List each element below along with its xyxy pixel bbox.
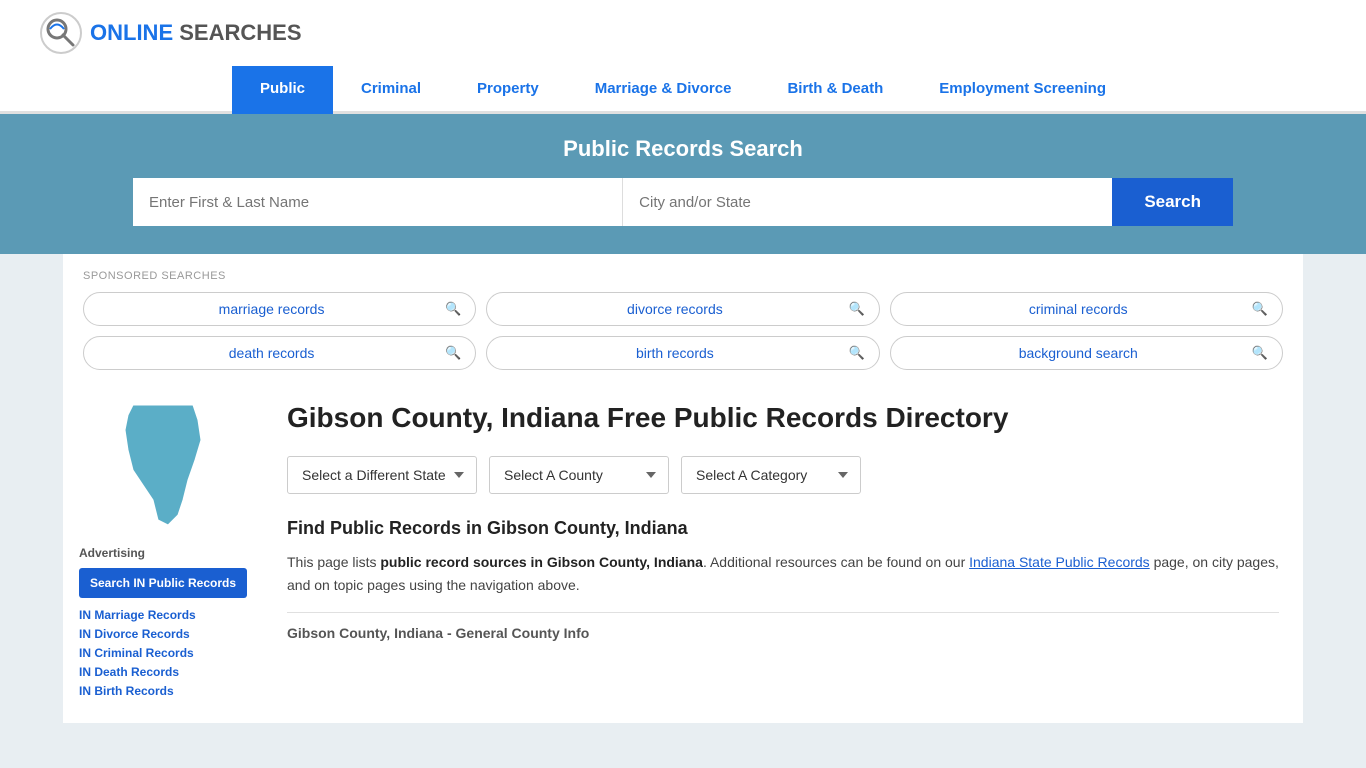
- search-icon: 🔍: [848, 301, 864, 317]
- county-dropdown[interactable]: Select A County: [489, 456, 669, 494]
- sidebar-link-birth[interactable]: IN Birth Records: [79, 684, 247, 698]
- search-button[interactable]: Search: [1112, 178, 1233, 226]
- sponsored-tag-text: birth records: [501, 345, 848, 361]
- description-text: This page lists public record sources in…: [287, 551, 1279, 596]
- logo-text: ONLINE SEARCHES: [90, 20, 302, 46]
- nav-item-birth-death[interactable]: Birth & Death: [759, 66, 911, 114]
- sponsored-tag-criminal-records[interactable]: criminal records 🔍: [890, 292, 1283, 326]
- nav-item-employment[interactable]: Employment Screening: [911, 66, 1134, 114]
- description-bold: public record sources in Gibson County, …: [380, 554, 703, 570]
- logo-icon: [40, 12, 82, 54]
- header: ONLINE SEARCHES: [0, 0, 1366, 66]
- sponsored-tag-marriage-records[interactable]: marriage records 🔍: [83, 292, 476, 326]
- category-dropdown[interactable]: Select A Category: [681, 456, 861, 494]
- state-map: [103, 400, 223, 530]
- sponsored-tag-text: death records: [98, 345, 445, 361]
- main-content: Gibson County, Indiana Free Public Recor…: [263, 380, 1303, 723]
- sidebar-link-marriage[interactable]: IN Marriage Records: [79, 608, 247, 622]
- page-title: Gibson County, Indiana Free Public Recor…: [287, 400, 1279, 436]
- search-form: Search: [133, 178, 1233, 226]
- search-icon: 🔍: [1252, 345, 1268, 361]
- indiana-state-link[interactable]: Indiana State Public Records: [969, 554, 1150, 570]
- search-banner-title: Public Records Search: [40, 136, 1326, 162]
- sponsored-tag-text: divorce records: [501, 301, 848, 317]
- logo[interactable]: ONLINE SEARCHES: [40, 12, 302, 54]
- sidebar-link-divorce[interactable]: IN Divorce Records: [79, 627, 247, 641]
- main-nav: Public Criminal Property Marriage & Divo…: [0, 66, 1366, 114]
- search-icon: 🔍: [848, 345, 864, 361]
- sidebar-link-criminal[interactable]: IN Criminal Records: [79, 646, 247, 660]
- sponsored-tag-text: background search: [905, 345, 1252, 361]
- sidebar-link-death[interactable]: IN Death Records: [79, 665, 247, 679]
- sidebar: Advertising Search IN Public Records IN …: [63, 380, 263, 723]
- sponsored-tag-divorce-records[interactable]: divorce records 🔍: [486, 292, 879, 326]
- description-part1: This page lists: [287, 554, 380, 570]
- description-part2: . Additional resources can be found on o…: [703, 554, 969, 570]
- sponsored-grid: marriage records 🔍 divorce records 🔍 cri…: [83, 292, 1283, 370]
- search-banner: Public Records Search Search: [0, 114, 1366, 254]
- subsection-heading: Gibson County, Indiana - General County …: [287, 612, 1279, 641]
- search-icon: 🔍: [445, 345, 461, 361]
- sponsored-section: SPONSORED SEARCHES marriage records 🔍 di…: [63, 254, 1303, 380]
- nav-item-property[interactable]: Property: [449, 66, 567, 114]
- sponsored-tag-text: marriage records: [98, 301, 445, 317]
- find-records-heading: Find Public Records in Gibson County, In…: [287, 518, 1279, 539]
- dropdowns-row: Select a Different State Select A County…: [287, 456, 1279, 494]
- sponsored-tag-death-records[interactable]: death records 🔍: [83, 336, 476, 370]
- search-icon: 🔍: [445, 301, 461, 317]
- sponsored-tag-background-search[interactable]: background search 🔍: [890, 336, 1283, 370]
- sponsored-label: SPONSORED SEARCHES: [83, 270, 1283, 282]
- nav-item-marriage-divorce[interactable]: Marriage & Divorce: [567, 66, 760, 114]
- state-dropdown[interactable]: Select a Different State: [287, 456, 477, 494]
- name-input[interactable]: [133, 178, 623, 226]
- advertising-label: Advertising: [79, 546, 247, 560]
- main-wrapper: SPONSORED SEARCHES marriage records 🔍 di…: [63, 254, 1303, 723]
- sidebar-search-button[interactable]: Search IN Public Records: [79, 568, 247, 598]
- content-columns: Advertising Search IN Public Records IN …: [63, 380, 1303, 723]
- search-icon: 🔍: [1252, 301, 1268, 317]
- location-input[interactable]: [623, 178, 1112, 226]
- nav-item-criminal[interactable]: Criminal: [333, 66, 449, 114]
- sponsored-tag-birth-records[interactable]: birth records 🔍: [486, 336, 879, 370]
- nav-item-public[interactable]: Public: [232, 66, 333, 114]
- sponsored-tag-text: criminal records: [905, 301, 1252, 317]
